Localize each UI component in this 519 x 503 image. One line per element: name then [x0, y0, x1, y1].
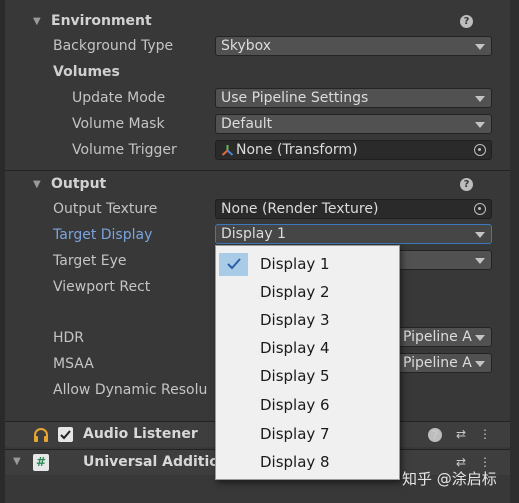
popup-item-label: Display 6 [260, 396, 330, 414]
dropdown-caret-icon [475, 122, 485, 128]
script-icon: # [33, 454, 49, 471]
more-options-icon[interactable]: ⋮ [478, 427, 492, 441]
headphones-icon [34, 428, 48, 442]
help-icon[interactable]: ? [428, 428, 442, 442]
popup-item-label: Display 5 [260, 367, 330, 385]
popup-item-label: Display 1 [260, 255, 330, 273]
popup-item-display-8[interactable]: Display 8 [216, 448, 399, 476]
audio-listener-title: Audio Listener [83, 426, 198, 442]
preset-sliders-icon[interactable]: ⇄ [454, 427, 468, 441]
object-picker-icon[interactable] [474, 203, 486, 215]
popup-item-display-2[interactable]: Display 2 [216, 278, 399, 306]
popup-item-display-3[interactable]: Display 3 [216, 306, 399, 334]
popup-item-label: Display 4 [260, 339, 330, 357]
volume-trigger-label: Volume Trigger [72, 142, 177, 158]
popup-item-label: Display 3 [260, 311, 330, 329]
scrollbar[interactable] [510, 0, 519, 503]
audio-listener-enable-checkbox[interactable] [58, 427, 73, 442]
background-type-dropdown[interactable]: Skybox [215, 36, 492, 56]
popup-item-display-5[interactable]: Display 5 [216, 362, 399, 390]
help-icon[interactable]: ? [460, 177, 473, 191]
transform-icon [221, 145, 234, 156]
environment-header[interactable]: ▼ Environment ? [5, 10, 510, 32]
dropdown-caret-icon [475, 258, 485, 264]
popup-item-display-6[interactable]: Display 6 [216, 391, 399, 419]
popup-item-label: Display 8 [260, 453, 330, 471]
volume-trigger-value: None (Transform) [236, 142, 358, 158]
watermark: 知乎 @涂启标 [402, 470, 497, 488]
checkmark-icon [227, 258, 241, 270]
hdr-label: HDR [53, 330, 85, 346]
object-picker-icon[interactable] [474, 144, 486, 156]
popup-item-label: Display 2 [260, 283, 330, 301]
dropdown-caret-icon [475, 335, 485, 341]
output-texture-value: None (Render Texture) [221, 201, 379, 217]
update-mode-label: Update Mode [72, 90, 166, 106]
target-eye-label: Target Eye [53, 253, 127, 269]
volume-mask-label: Volume Mask [72, 116, 165, 132]
msaa-value: Pipeline A [403, 355, 472, 371]
background-type-value: Skybox [221, 38, 272, 54]
foldout-arrow-icon[interactable]: ▼ [33, 16, 41, 27]
popup-item-display-7[interactable]: Display 7 [216, 420, 399, 448]
allow-dynamic-resolution-label: Allow Dynamic Resolu [53, 382, 208, 398]
help-icon[interactable]: ? [460, 14, 473, 28]
viewport-rect-label: Viewport Rect [53, 279, 151, 295]
output-title: Output [51, 176, 107, 192]
dropdown-caret-icon [475, 44, 485, 50]
preset-sliders-icon[interactable]: ⇄ [454, 455, 468, 469]
output-header[interactable]: ▼ Output ? [5, 173, 510, 195]
volume-mask-value: Default [221, 116, 273, 132]
dropdown-caret-icon [475, 232, 485, 238]
background-type-label: Background Type [53, 38, 174, 54]
output-texture-label: Output Texture [53, 201, 158, 217]
foldout-arrow-icon[interactable]: ▼ [33, 179, 41, 190]
section-divider [5, 170, 510, 171]
volumes-label: Volumes [53, 64, 120, 80]
dropdown-caret-icon [475, 96, 485, 102]
target-display-label: Target Display [53, 227, 153, 243]
target-display-dropdown[interactable]: Display 1 [215, 224, 492, 244]
hdr-value: Pipeline A [403, 329, 472, 345]
popup-item-display-4[interactable]: Display 4 [216, 334, 399, 362]
universal-additional-title: Universal Addition [83, 454, 229, 470]
popup-item-display-1[interactable]: Display 1 [216, 250, 399, 278]
dropdown-caret-icon [475, 361, 485, 367]
foldout-arrow-icon[interactable]: ▼ [13, 456, 21, 467]
more-options-icon[interactable]: ⋮ [478, 455, 492, 469]
msaa-label: MSAA [53, 356, 94, 372]
environment-title: Environment [51, 13, 152, 29]
update-mode-dropdown[interactable]: Use Pipeline Settings [215, 88, 492, 108]
volume-trigger-field[interactable]: None (Transform) [215, 140, 492, 160]
volume-mask-dropdown[interactable]: Default [215, 114, 492, 134]
popup-item-label: Display 7 [260, 425, 330, 443]
output-texture-field[interactable]: None (Render Texture) [215, 199, 492, 219]
checkmark-icon [60, 430, 71, 440]
target-display-popup: Display 1 Display 2 Display 3 Display 4 … [215, 245, 400, 480]
selected-highlight [219, 253, 248, 276]
update-mode-value: Use Pipeline Settings [221, 90, 369, 106]
target-display-value: Display 1 [221, 226, 286, 242]
